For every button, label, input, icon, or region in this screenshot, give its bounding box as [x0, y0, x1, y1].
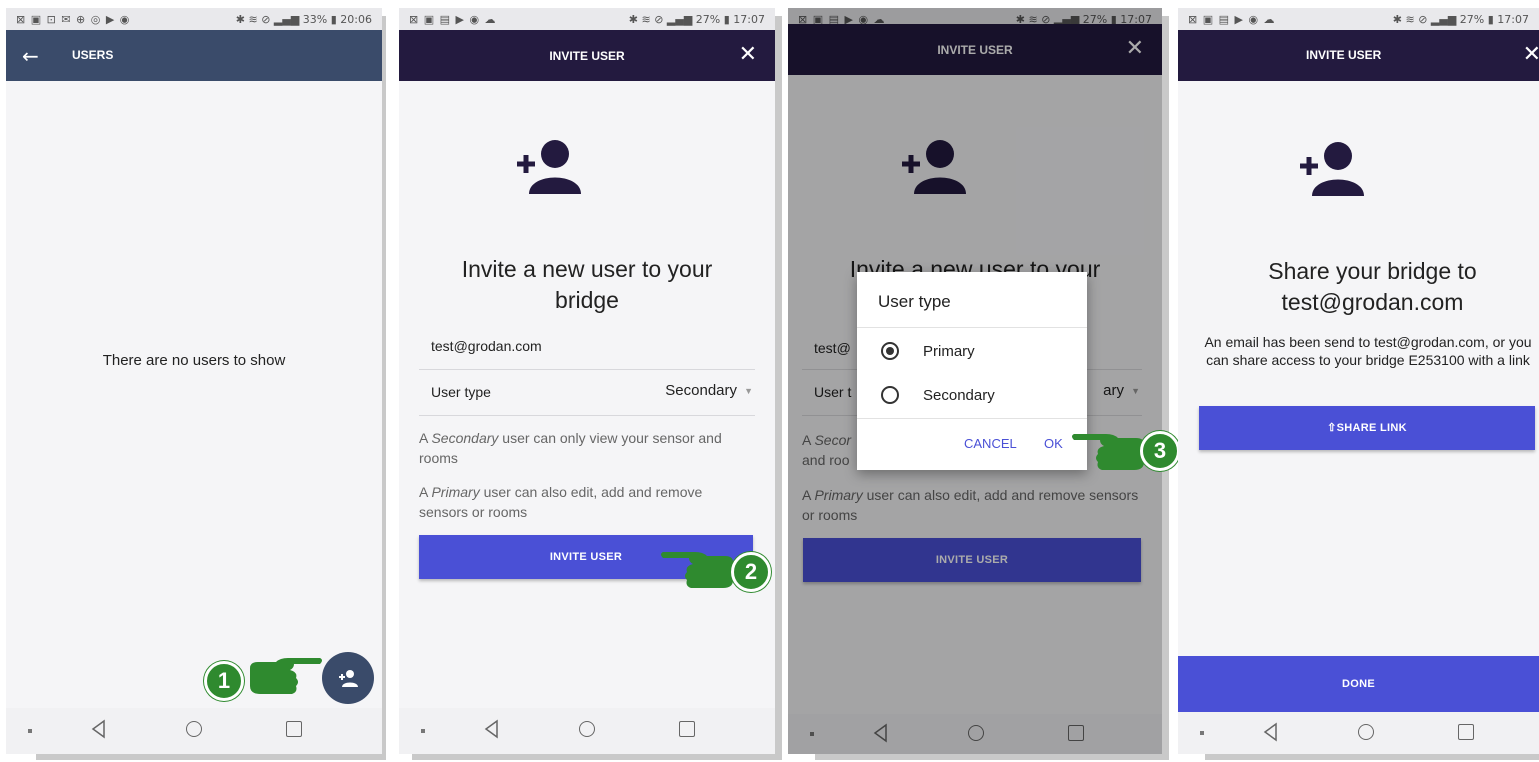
cancel-button[interactable]: CANCEL — [964, 436, 1017, 451]
status-info: ✱ ≋ ⊘ ▂▄▆ 27% ▮ 17:07 — [1392, 12, 1529, 26]
radio-unselected-icon — [881, 386, 899, 404]
status-bar: ⊠ ▣ ▤ ▶ ◉ ☁ ✱ ≋ ⊘ ▂▄▆ 27% ▮ 17:07 — [1178, 8, 1539, 30]
nav-dot-icon — [1200, 731, 1204, 735]
option-label: Primary — [923, 343, 975, 360]
nav-dot-icon — [421, 729, 425, 733]
status-icons: ⊠ ▣ ⊡ ✉ ⊕ ◎ ▶ ◉ — [16, 12, 131, 26]
nav-recent-icon[interactable] — [286, 721, 302, 737]
screen-user-type-dialog: ⊠ ▣ ▤ ▶ ◉ ☁ ✱ ≋ ⊘ ▂▄▆ 27% ▮ 17:07 INVITE… — [788, 8, 1162, 754]
option-secondary[interactable]: Secondary — [857, 374, 1087, 416]
hint-emphasis: Primary — [431, 484, 480, 500]
nav-recent-icon[interactable] — [679, 721, 695, 737]
heading-line: Invite a new user to your — [461, 256, 713, 282]
status-bar: ⊠ ▣ ⊡ ✉ ⊕ ◎ ▶ ◉ ✱ ≋ ⊘ ▂▄▆ 33% ▮ 20:06 — [6, 8, 382, 30]
page-title: INVITE USER — [549, 48, 625, 63]
status-info: ✱ ≋ ⊘ ▂▄▆ 33% ▮ 20:06 — [235, 12, 372, 26]
add-user-fab[interactable] — [322, 652, 374, 704]
user-type-select[interactable]: User type Secondary ▼ — [419, 370, 755, 416]
screen-invite-user: ⊠ ▣ ▤ ▶ ◉ ☁ ✱ ≋ ⊘ ▂▄▆ 27% ▮ 17:07 INVITE… — [399, 8, 775, 754]
share-description: An email has been send to test@grodan.co… — [1204, 334, 1532, 368]
divider — [857, 418, 1087, 419]
android-nav-bar — [399, 708, 775, 754]
step-badge: 3 — [1140, 431, 1180, 471]
app-bar: INVITE USER ✕ — [1178, 30, 1539, 81]
email-field[interactable]: test@grodan.com — [419, 326, 755, 370]
page-title: USERS — [72, 48, 114, 62]
hint-text: A — [419, 430, 432, 446]
dialog-title: User type — [878, 292, 951, 311]
add-user-icon — [339, 670, 358, 687]
page-title: INVITE USER — [1306, 48, 1382, 62]
divider — [857, 327, 1087, 328]
screen-share-bridge: ⊠ ▣ ▤ ▶ ◉ ☁ ✱ ≋ ⊘ ▂▄▆ 27% ▮ 17:07 INVITE… — [1178, 8, 1539, 754]
done-button[interactable]: DONE — [1178, 656, 1539, 712]
nav-home-icon[interactable] — [186, 721, 202, 737]
heading-line: Share your bridge to — [1268, 258, 1477, 284]
option-label: Secondary — [923, 387, 995, 404]
nav-dot-icon — [28, 729, 32, 733]
radio-selected-icon — [881, 342, 899, 360]
pointing-hand-icon — [1072, 434, 1144, 470]
invite-heading: Invite a new user to your bridge — [399, 254, 775, 316]
close-icon[interactable]: ✕ — [1523, 42, 1539, 67]
status-icons: ⊠ ▣ ▤ ▶ ◉ ☁ — [409, 12, 497, 26]
nav-back-icon[interactable] — [1260, 721, 1282, 743]
hint-text: A — [419, 484, 432, 500]
share-link-label: SHARE LINK — [1336, 422, 1407, 434]
nav-home-icon[interactable] — [1358, 724, 1374, 740]
ok-button[interactable]: OK — [1044, 436, 1063, 451]
nav-home-icon[interactable] — [579, 721, 595, 737]
status-info: ✱ ≋ ⊘ ▂▄▆ 27% ▮ 17:07 — [628, 12, 765, 26]
android-nav-bar — [1178, 712, 1539, 754]
status-icons: ⊠ ▣ ▤ ▶ ◉ ☁ — [1188, 12, 1276, 26]
back-arrow-icon[interactable]: ← — [22, 44, 39, 68]
share-link-button[interactable]: ⇧SHARE LINK — [1199, 406, 1535, 450]
option-primary[interactable]: Primary — [857, 330, 1087, 372]
add-user-icon — [1300, 142, 1364, 196]
step-badge: 2 — [731, 552, 771, 592]
nav-back-icon[interactable] — [481, 718, 503, 740]
primary-hint: A Primary user can also edit, add and re… — [419, 482, 755, 522]
share-icon: ⇧ — [1327, 422, 1337, 434]
pointing-hand-icon — [250, 658, 322, 694]
dropdown-caret-icon: ▼ — [744, 386, 753, 396]
secondary-hint: A Secondary user can only view your sens… — [419, 428, 755, 468]
heading-line: test@grodan.com — [1281, 289, 1464, 315]
screen-users: ⊠ ▣ ⊡ ✉ ⊕ ◎ ▶ ◉ ✱ ≋ ⊘ ▂▄▆ 33% ▮ 20:06 ← … — [6, 8, 382, 754]
nav-recent-icon[interactable] — [1458, 724, 1474, 740]
tutorial-stage: ⊠ ▣ ⊡ ✉ ⊕ ◎ ▶ ◉ ✱ ≋ ⊘ ▂▄▆ 33% ▮ 20:06 ← … — [0, 0, 1539, 762]
app-bar: INVITE USER ✕ — [399, 30, 775, 81]
nav-back-icon[interactable] — [88, 718, 110, 740]
heading-line: bridge — [555, 287, 619, 313]
share-heading: Share your bridge to test@grodan.com — [1192, 256, 1539, 318]
email-value: test@grodan.com — [431, 338, 542, 354]
empty-state-text: There are no users to show — [102, 352, 286, 369]
step-badge: 1 — [204, 661, 244, 701]
status-bar: ⊠ ▣ ▤ ▶ ◉ ☁ ✱ ≋ ⊘ ▂▄▆ 27% ▮ 17:07 — [399, 8, 775, 30]
android-nav-bar — [6, 708, 382, 754]
user-type-value: Secondary — [665, 382, 737, 399]
pointing-hand-icon — [661, 552, 733, 588]
app-bar: ← USERS — [6, 30, 382, 81]
add-user-icon — [517, 140, 581, 194]
user-type-dialog: User type Primary Secondary CANCEL OK — [857, 272, 1087, 470]
user-type-label: User type — [431, 384, 491, 400]
hint-emphasis: Secondary — [431, 430, 499, 446]
close-icon[interactable]: ✕ — [739, 42, 757, 67]
